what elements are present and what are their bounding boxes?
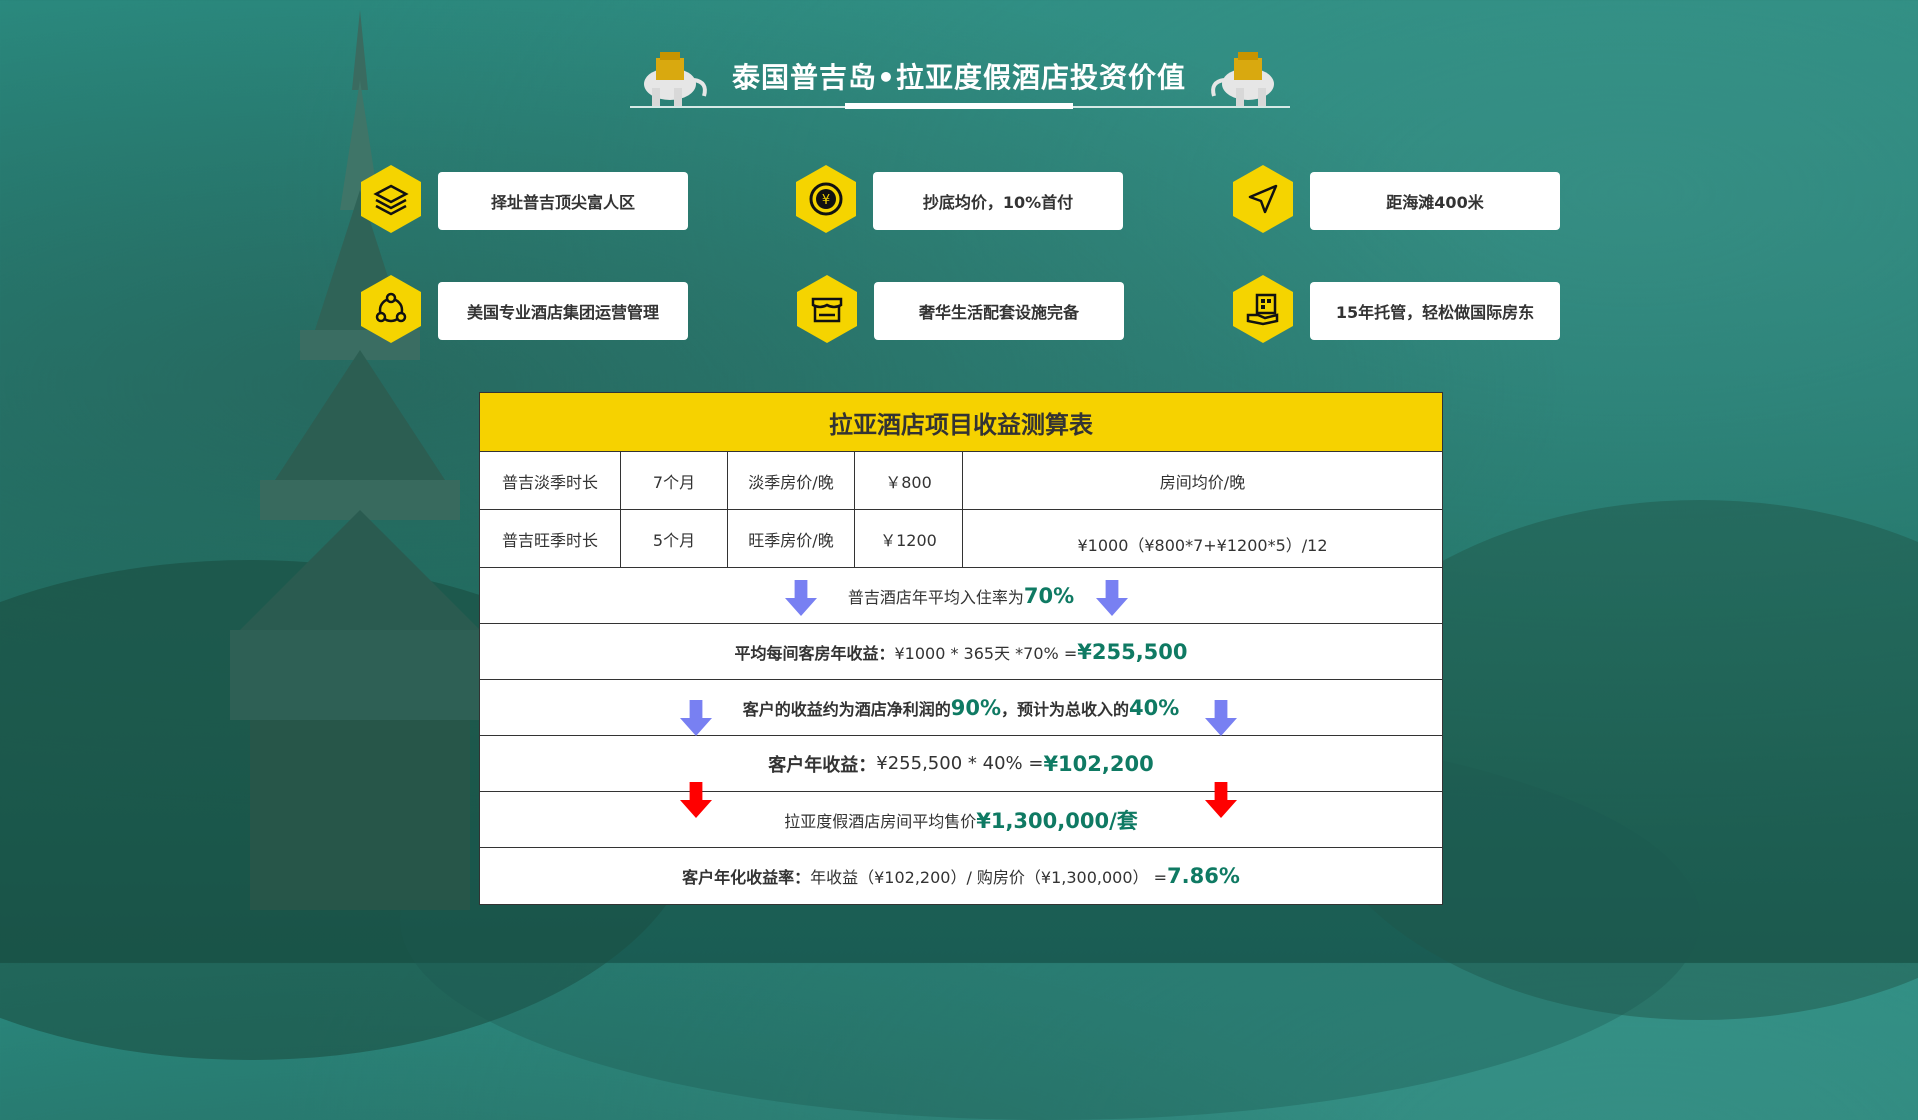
title-underline: [845, 103, 1073, 109]
down-arrow-icon: [785, 580, 817, 616]
table-cell: 7个月: [621, 452, 728, 509]
table-cell: 普吉淡季时长: [480, 452, 621, 509]
elephant-icon: [1211, 52, 1274, 106]
net-profit-text: 客户的收益约为酒店净利润的: [742, 699, 951, 719]
page-header: 泰国普吉岛•拉亚度假酒店投资价值: [0, 48, 1918, 118]
net-profit-text: ，预计为总收入的: [1001, 699, 1130, 719]
room-income-row: 平均每间客房年收益： ¥1000 * 365天 *70% = ¥255,500: [480, 624, 1442, 680]
pagoda-illustration: [230, 10, 490, 910]
yield-label: 客户年化收益率：: [682, 867, 811, 887]
client-income-label: 客户年收益：: [768, 754, 877, 776]
feature-label: 15年托管，轻松做国际房东: [1310, 282, 1560, 340]
client-income-value: ¥102,200: [1043, 751, 1154, 776]
room-income-formula: ¥1000 * 365天 *70% =: [894, 643, 1078, 663]
occupancy-value: 70%: [1023, 583, 1075, 608]
table-title: 拉亚酒店项目收益测算表: [480, 393, 1442, 452]
table-cell: 普吉旺季时长: [480, 510, 621, 567]
down-arrow-icon: [680, 700, 712, 736]
table-cell: 旺季房价/晚: [728, 510, 855, 567]
occupancy-text: 普吉酒店年平均入住率为: [847, 587, 1024, 607]
price-value: ¥1,300,000/套: [976, 808, 1138, 833]
yield-formula: 年收益（¥102,200）/ 购房价（¥1,300,000） =: [810, 867, 1168, 887]
table-cell: ￥1200: [855, 510, 963, 567]
feature-label: 距海滩400米: [1310, 172, 1560, 230]
table-cell: 5个月: [621, 510, 728, 567]
building-hand-icon: [1233, 275, 1293, 343]
feature-label: 抄底均价，10%首付: [873, 172, 1123, 230]
yen-coin-icon: ¥: [796, 165, 856, 233]
table-row: 普吉淡季时长 7个月 淡季房价/晚 ￥800 房间均价/晚: [480, 452, 1442, 510]
page-title: 泰国普吉岛•拉亚度假酒店投资价值: [732, 61, 1186, 94]
price-row: 拉亚度假酒店房间平均售价 ¥1,300,000/套: [480, 782, 1442, 848]
feature-label: 择址普吉顶尖富人区: [438, 172, 688, 230]
table-cell: ￥800: [855, 452, 963, 509]
down-arrow-icon: [1096, 580, 1128, 616]
net-profit-value: 90%: [950, 695, 1001, 720]
room-income-label: 平均每间客房年收益：: [734, 643, 895, 663]
occupancy-row: 普吉酒店年平均入住率为 70%: [480, 568, 1442, 624]
feature-label: 美国专业酒店集团运营管理: [438, 282, 688, 340]
table-cell: 房间均价/晚: [1159, 472, 1246, 492]
svg-text:¥: ¥: [822, 193, 830, 208]
layers-icon: [361, 165, 421, 233]
network-icon: [361, 275, 421, 343]
navigation-arrow-icon: [1233, 165, 1293, 233]
table-row: 普吉旺季时长 5个月 旺季房价/晚 ￥1200 ¥1000（¥800*7+¥12…: [480, 510, 1442, 568]
client-income-formula: ¥255,500 * 40% =: [876, 753, 1044, 774]
yield-row: 客户年化收益率： 年收益（¥102,200）/ 购房价（¥1,300,000） =…: [480, 848, 1442, 903]
total-income-value: 40%: [1129, 695, 1180, 720]
yield-value: 7.86%: [1167, 863, 1240, 888]
shop-icon: [797, 275, 857, 343]
room-income-value: ¥255,500: [1077, 639, 1188, 664]
table-cell: ¥1000（¥800*7+¥1200*5）/12: [1077, 535, 1328, 555]
client-income-row: 客户年收益： ¥255,500 * 40% = ¥102,200: [480, 736, 1442, 792]
net-profit-row: 客户的收益约为酒店净利润的 90% ，预计为总收入的 40%: [480, 680, 1442, 736]
price-text: 拉亚度假酒店房间平均售价: [784, 811, 977, 831]
feature-label: 奢华生活配套设施完备: [874, 282, 1124, 340]
table-cell: 淡季房价/晚: [728, 452, 855, 509]
income-calculation-table: 拉亚酒店项目收益测算表 普吉淡季时长 7个月 淡季房价/晚 ￥800 房间均价/…: [479, 392, 1443, 905]
down-arrow-icon: [1205, 700, 1237, 736]
